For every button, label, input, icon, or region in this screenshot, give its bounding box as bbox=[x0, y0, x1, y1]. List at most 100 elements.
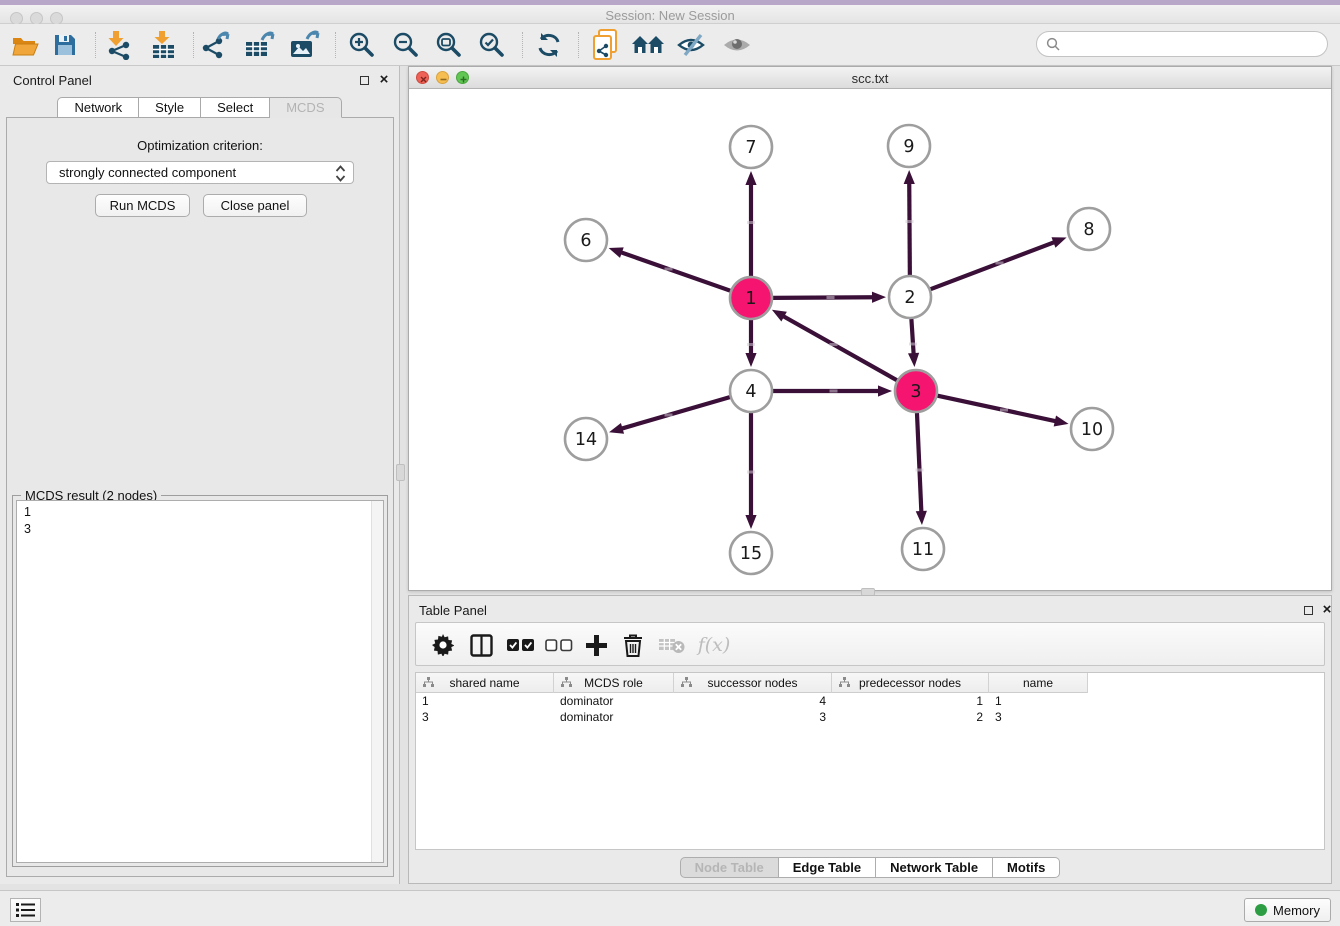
cell-predecessor-nodes[interactable]: 1 bbox=[832, 693, 989, 709]
column-header-label: successor nodes bbox=[707, 676, 797, 690]
graph-edge-3-1[interactable] bbox=[782, 316, 896, 381]
refresh-layout-icon[interactable] bbox=[532, 29, 566, 61]
edge-label-mark bbox=[747, 343, 755, 346]
zoom-fit-icon[interactable] bbox=[432, 29, 466, 61]
function-builder-icon[interactable]: f(x) bbox=[694, 630, 734, 660]
tab-mcds[interactable]: MCDS bbox=[270, 97, 341, 118]
export-image-icon[interactable] bbox=[288, 29, 322, 61]
network-canvas[interactable]: 7968124314101511 bbox=[409, 89, 1331, 590]
result-scrollbar[interactable] bbox=[371, 501, 383, 862]
close-panel-icon[interactable]: × bbox=[377, 73, 391, 87]
cell-mcds-role[interactable]: dominator bbox=[554, 709, 674, 725]
zoom-out-icon[interactable] bbox=[389, 29, 423, 61]
control-panel-title: Control Panel bbox=[13, 73, 92, 88]
float-panel-icon[interactable] bbox=[357, 73, 371, 87]
graph-edge-3-10[interactable] bbox=[938, 396, 1057, 422]
select-all-rows-icon[interactable] bbox=[506, 630, 536, 660]
mcds-result-textarea[interactable]: 13 bbox=[16, 500, 384, 863]
column-header-shared-name[interactable]: shared name bbox=[416, 673, 554, 693]
edge-label-mark bbox=[996, 262, 1004, 265]
export-network-icon[interactable] bbox=[200, 29, 234, 61]
show-all-icon[interactable] bbox=[720, 29, 754, 61]
close-table-panel-icon[interactable]: × bbox=[1320, 603, 1334, 617]
zoom-selected-icon[interactable] bbox=[475, 29, 509, 61]
export-table-icon[interactable] bbox=[243, 29, 277, 61]
import-network-icon[interactable] bbox=[100, 29, 134, 61]
graph-node-label: 1 bbox=[745, 289, 756, 309]
tab-select[interactable]: Select bbox=[201, 97, 270, 118]
edge-label-mark bbox=[830, 343, 838, 346]
graph-edge-2-8[interactable] bbox=[931, 242, 1056, 289]
graph-edge-2-9[interactable] bbox=[909, 182, 910, 275]
zoom-in-icon[interactable] bbox=[345, 29, 379, 61]
import-table-icon[interactable] bbox=[146, 29, 180, 61]
float-table-panel-icon[interactable] bbox=[1301, 603, 1315, 617]
graph-node-label: 4 bbox=[745, 382, 756, 402]
hide-selected-icon[interactable] bbox=[675, 29, 709, 61]
graph-edge-4-14[interactable] bbox=[621, 397, 730, 429]
cell-successor-nodes[interactable]: 4 bbox=[674, 693, 832, 709]
criterion-dropdown[interactable]: strongly connected component bbox=[46, 161, 354, 184]
tab-edge-table[interactable]: Edge Table bbox=[779, 857, 876, 878]
save-session-icon[interactable] bbox=[48, 29, 82, 61]
delete-columns-icon[interactable] bbox=[618, 630, 648, 660]
search-icon bbox=[1046, 37, 1060, 51]
cell-predecessor-nodes[interactable]: 2 bbox=[832, 709, 989, 725]
column-header-mcds-role[interactable]: MCDS role bbox=[554, 673, 674, 693]
control-panel-header: Control Panel × bbox=[0, 66, 399, 96]
cell-shared-name[interactable]: 3 bbox=[416, 709, 554, 725]
toolbar-separator bbox=[193, 32, 194, 58]
create-column-icon[interactable] bbox=[581, 630, 611, 660]
edge-label-mark bbox=[827, 296, 835, 299]
memory-button[interactable]: Memory bbox=[1244, 898, 1331, 922]
search-input[interactable] bbox=[1065, 37, 1327, 52]
show-column-panel-icon[interactable] bbox=[466, 630, 496, 660]
tab-network[interactable]: Network bbox=[57, 97, 139, 118]
network-file-icon[interactable] bbox=[588, 29, 622, 61]
cell-name[interactable]: 3 bbox=[989, 709, 1088, 725]
cell-mcds-role[interactable]: dominator bbox=[554, 693, 674, 709]
graph-edge-1-2[interactable] bbox=[773, 297, 874, 298]
column-header-successor-nodes[interactable]: successor nodes bbox=[674, 673, 832, 693]
tab-network-table[interactable]: Network Table bbox=[876, 857, 993, 878]
column-header-label: predecessor nodes bbox=[859, 676, 961, 690]
column-header-name[interactable]: name bbox=[989, 673, 1088, 693]
column-header-label: name bbox=[1023, 676, 1053, 690]
table-row[interactable]: 1dominator411 bbox=[416, 693, 1324, 709]
task-history-button[interactable] bbox=[10, 898, 41, 922]
node-table[interactable]: shared nameMCDS role successor nodes prede… bbox=[415, 672, 1325, 850]
table-body: 1dominator4113dominator323 bbox=[416, 693, 1324, 725]
table-row[interactable]: 3dominator323 bbox=[416, 709, 1324, 725]
network-graph: 7968124314101511 bbox=[409, 89, 1331, 590]
run-mcds-button[interactable]: Run MCDS bbox=[95, 194, 190, 217]
cell-successor-nodes[interactable]: 3 bbox=[674, 709, 832, 725]
delete-table-icon[interactable] bbox=[656, 630, 688, 660]
tab-style[interactable]: Style bbox=[139, 97, 201, 118]
column-header-predecessor-nodes[interactable]: predecessor nodes bbox=[832, 673, 989, 693]
open-session-icon[interactable] bbox=[8, 29, 42, 61]
deselect-all-rows-icon[interactable] bbox=[544, 630, 574, 660]
mcds-result-group: MCDS result (2 nodes) 13 bbox=[12, 495, 388, 867]
tab-motifs[interactable]: Motifs bbox=[993, 857, 1060, 878]
graph-node-label: 3 bbox=[910, 382, 921, 402]
edge-arrowhead bbox=[904, 170, 915, 184]
graph-edge-3-11[interactable] bbox=[917, 413, 921, 513]
cell-name[interactable]: 1 bbox=[989, 693, 1088, 709]
search-field[interactable] bbox=[1036, 31, 1328, 57]
close-panel-button[interactable]: Close panel bbox=[203, 194, 307, 217]
home-views-icon[interactable] bbox=[631, 29, 665, 61]
status-bar: Memory bbox=[0, 890, 1340, 926]
main-toolbar bbox=[0, 24, 1340, 66]
edge-arrowhead bbox=[872, 292, 886, 303]
tab-node-table[interactable]: Node Table bbox=[680, 857, 779, 878]
vertical-splitter-handle[interactable] bbox=[396, 464, 405, 481]
window-titlebar[interactable]: Session: New Session bbox=[0, 5, 1340, 24]
table-settings-icon[interactable] bbox=[430, 630, 456, 660]
table-toolbar: f(x) bbox=[415, 622, 1325, 666]
mcds-result-line: 3 bbox=[24, 521, 383, 538]
cell-shared-name[interactable]: 1 bbox=[416, 693, 554, 709]
graph-edge-2-3[interactable] bbox=[911, 319, 913, 355]
table-panel-tabs: Node TableEdge TableNetwork TableMotifs bbox=[409, 857, 1331, 878]
graph-edge-1-6[interactable] bbox=[620, 252, 730, 291]
network-window-titlebar[interactable]: scc.txt bbox=[409, 67, 1331, 89]
